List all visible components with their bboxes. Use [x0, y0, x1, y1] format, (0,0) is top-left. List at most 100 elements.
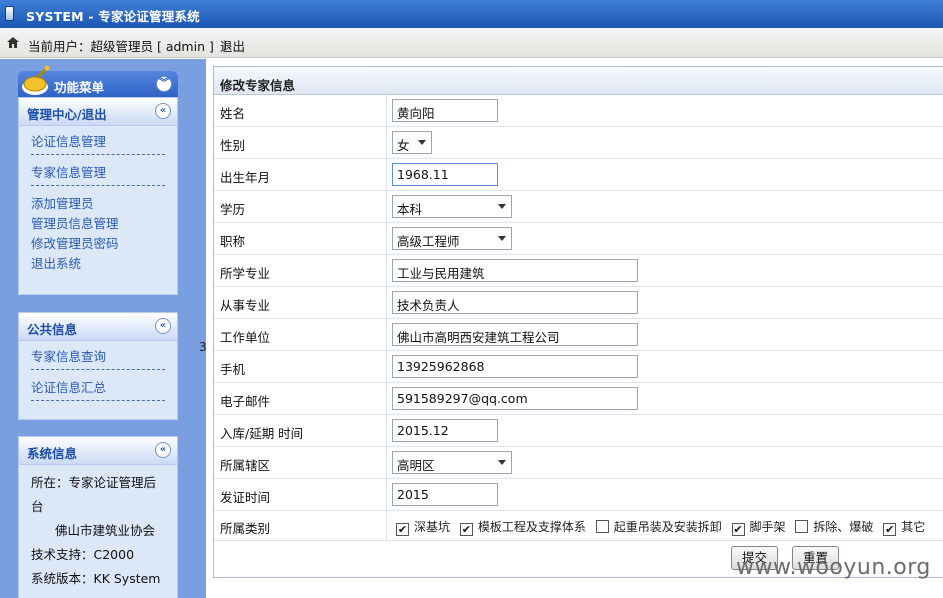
major-field[interactable]: 工业与民用建筑	[392, 259, 638, 282]
sidebar-item-add-admin[interactable]: 添加管理员	[31, 194, 165, 214]
panel-header: 管理中心/退出 «	[19, 98, 177, 126]
form-row-name: 姓名 黄向阳	[214, 95, 943, 127]
collapse-down-icon[interactable]: ︾	[156, 76, 172, 92]
collapse-up-icon[interactable]: «	[155, 442, 171, 458]
field-label: 手机	[214, 351, 387, 382]
field-label: 发证时间	[214, 479, 387, 510]
sidebar-item-argument-summary[interactable]: 论证信息汇总	[31, 378, 165, 398]
divider	[31, 185, 165, 186]
category-option-label: 起重吊装及安装拆卸	[613, 520, 722, 534]
category-option-label: 深基坑	[414, 520, 451, 534]
category-checkbox[interactable]	[595, 520, 609, 533]
collapse-up-icon[interactable]: «	[155, 103, 171, 119]
panel-header: 系统信息 «	[19, 437, 177, 465]
divider	[31, 154, 165, 155]
entry-time-field[interactable]: 2015.12	[392, 419, 498, 442]
mobile-field[interactable]: 13925962868	[392, 355, 638, 378]
form-row-title: 职称 高级工程师	[214, 223, 943, 255]
field-label: 所属类别	[214, 511, 387, 540]
collapse-up-icon[interactable]: «	[155, 318, 171, 334]
field-label: 电子邮件	[214, 383, 387, 414]
education-select-value: 本科	[397, 202, 423, 217]
form-row-employer: 工作单位 佛山市高明西安建筑工程公司	[214, 319, 943, 351]
category-option-label: 模板工程及支撑体系	[477, 520, 586, 534]
sidebar-item-expert-info[interactable]: 专家信息管理	[31, 163, 165, 183]
sidebar-item-admin-info[interactable]: 管理员信息管理	[31, 214, 165, 234]
form-row-issue-time: 发证时间 2015	[214, 479, 943, 511]
form-row-education: 学历 本科	[214, 191, 943, 223]
field-label: 所学专业	[214, 255, 387, 286]
category-checkbox-group: ✔ 深基坑 ✔ 模板工程及支撑体系 起重吊装及安装拆卸 ✔ 脚手架 拆除、爆破 ✔ 其它	[396, 518, 931, 536]
district-select-value: 高明区	[397, 458, 435, 473]
sysinfo-location: 所在：专家论证管理后台	[31, 475, 157, 514]
sysinfo-version: 系统版本：KK System	[31, 571, 161, 586]
edit-expert-form: 修改专家信息 姓名 黄向阳 性别 女 出生年月 1968.11 学历 本科 职称…	[213, 66, 943, 578]
form-row-major: 所学专业 工业与民用建筑	[214, 255, 943, 287]
splitter-toggle[interactable]: 3	[199, 340, 207, 354]
profession-field[interactable]: 技术负责人	[392, 291, 638, 314]
form-title: 修改专家信息	[214, 67, 943, 95]
email-field[interactable]: 591589297@qq.com	[392, 387, 638, 410]
category-option-label: 拆除、爆破	[813, 520, 874, 534]
field-label: 姓名	[214, 95, 387, 126]
sysinfo-support: 技术支持：C2000	[31, 547, 135, 562]
watermark: www.wooyun.org	[736, 555, 931, 580]
sidebar: 功能菜单 ︾ 管理中心/退出 « 论证信息管理 专家信息管理 添加管理员 管理员…	[0, 59, 206, 598]
issue-time-field[interactable]: 2015	[392, 483, 498, 506]
name-field[interactable]: 黄向阳	[392, 99, 498, 122]
title-select[interactable]: 高级工程师	[392, 227, 512, 250]
panel-header: 公共信息 «	[19, 313, 177, 341]
category-checkbox[interactable]	[795, 520, 809, 533]
sidebar-item-change-password[interactable]: 修改管理员密码	[31, 234, 165, 254]
category-checkbox[interactable]: ✔	[731, 523, 745, 536]
sysinfo-association: 佛山市建筑业协会	[55, 523, 156, 538]
title-select-value: 高级工程师	[397, 234, 460, 249]
sysinfo-version-suffix: v2	[31, 591, 165, 598]
chevron-down-icon	[498, 460, 506, 465]
education-select[interactable]: 本科	[392, 195, 512, 218]
title-bar: SYSTEM - 专家论证管理系统	[0, 0, 943, 28]
menu-logo-icon	[22, 65, 50, 95]
chevron-down-icon	[418, 140, 426, 145]
panel-title: 公共信息	[27, 322, 78, 337]
category-checkbox[interactable]: ✔	[459, 523, 473, 536]
window-title: SYSTEM - 专家论证管理系统	[26, 9, 200, 24]
district-select[interactable]: 高明区	[392, 451, 512, 474]
current-user-label: 当前用户：超级管理员 [ admin ] ｜	[28, 39, 231, 54]
gender-select[interactable]: 女	[392, 131, 432, 154]
field-label: 性别	[214, 127, 387, 158]
birth-date-field[interactable]: 1968.11	[392, 163, 498, 186]
sidebar-item-argument-info[interactable]: 论证信息管理	[31, 132, 165, 152]
form-row-email: 电子邮件 591589297@qq.com	[214, 383, 943, 415]
form-row-birth: 出生年月 1968.11	[214, 159, 943, 191]
function-menu-header: 功能菜单 ︾	[18, 65, 178, 97]
form-row-gender: 性别 女	[214, 127, 943, 159]
divider	[31, 400, 165, 401]
sidebar-item-exit[interactable]: 退出系统	[31, 254, 165, 274]
employer-field[interactable]: 佛山市高明西安建筑工程公司	[392, 323, 638, 346]
form-row-entry-time: 入库/延期 时间 2015.12	[214, 415, 943, 447]
home-icon[interactable]	[7, 37, 19, 48]
field-label: 所属辖区	[214, 447, 387, 478]
panel-system-info: 系统信息 « 所在：专家论证管理后台 佛山市建筑业协会 技术支持：C2000 系…	[18, 436, 178, 598]
menu-title: 功能菜单	[54, 80, 105, 95]
chevron-down-icon	[498, 204, 506, 209]
field-label: 工作单位	[214, 319, 387, 350]
field-label: 从事专业	[214, 287, 387, 318]
field-label: 出生年月	[214, 159, 387, 190]
form-row-mobile: 手机 13925962868	[214, 351, 943, 383]
category-checkbox[interactable]: ✔	[396, 523, 409, 536]
panel-title: 管理中心/退出	[27, 107, 107, 122]
panel-title: 系统信息	[27, 446, 78, 461]
category-option-label: 其它	[901, 520, 926, 534]
form-row-profession: 从事专业 技术负责人	[214, 287, 943, 319]
sidebar-item-expert-query[interactable]: 专家信息查询	[31, 347, 165, 367]
category-checkbox[interactable]: ✔	[883, 523, 897, 536]
gender-select-value: 女	[397, 138, 410, 153]
form-row-category: 所属类别 ✔ 深基坑 ✔ 模板工程及支撑体系 起重吊装及安装拆卸 ✔ 脚手架 拆除、爆…	[214, 511, 943, 541]
category-option-label: 脚手架	[749, 520, 786, 534]
panel-admin-center: 管理中心/退出 « 论证信息管理 专家信息管理 添加管理员 管理员信息管理 修改…	[18, 97, 178, 295]
field-label: 入库/延期 时间	[214, 415, 387, 446]
app-icon	[5, 6, 14, 21]
logout-link[interactable]: 退出	[220, 36, 245, 55]
